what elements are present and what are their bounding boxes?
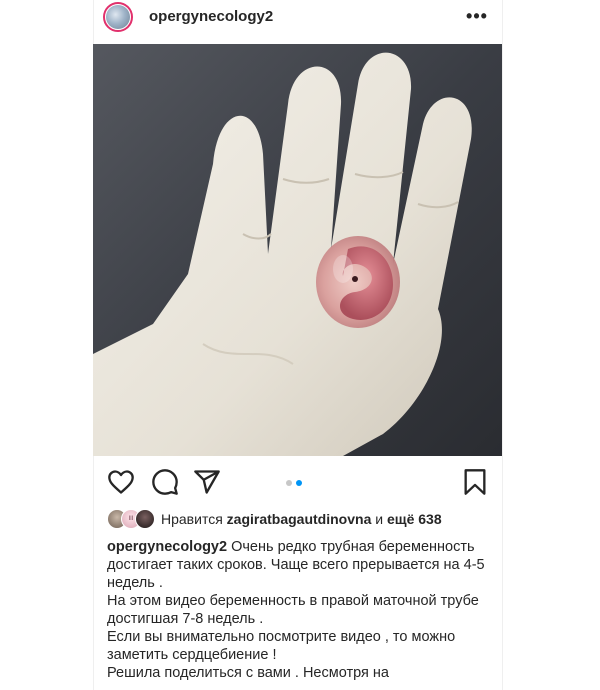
heart-icon[interactable] (107, 468, 135, 496)
action-bar (93, 464, 503, 500)
carousel-indicator (286, 480, 302, 486)
liker-username[interactable]: zagiratbagautdinovna (227, 511, 372, 527)
avatar[interactable] (135, 509, 155, 529)
post-photo[interactable] (93, 44, 503, 456)
likes-row: III Нравится zagiratbagautdinovna и ещё … (107, 508, 497, 530)
avatar-image (106, 5, 130, 29)
avatar[interactable] (103, 2, 133, 32)
photo-illustration (93, 44, 503, 456)
send-icon[interactable] (193, 468, 221, 496)
likes-middle: и (371, 511, 387, 527)
likes-prefix: Нравится (161, 511, 227, 527)
bookmark-icon[interactable] (461, 468, 489, 496)
username[interactable]: opergynecology2 (149, 8, 273, 25)
caption-line: Если вы внимательно посмотрите видео , т… (107, 629, 456, 663)
caption-line: Решила поделиться с вами . Несмотря на (107, 665, 389, 681)
post-header: opergynecology2 ••• (93, 0, 503, 42)
comment-icon[interactable] (151, 468, 179, 496)
likes-count[interactable]: ещё 638 (387, 511, 442, 527)
instagram-post: opergynecology2 ••• III Нравится zagirat… (93, 0, 503, 690)
likes-text: Нравится zagiratbagautdinovna и ещё 638 (161, 511, 442, 527)
caption: opergynecology2 Очень редко трубная бере… (107, 538, 491, 682)
carousel-dot-active (296, 480, 302, 486)
more-horizontal-icon[interactable]: ••• (465, 6, 489, 26)
carousel-dot (286, 480, 292, 486)
caption-line: На этом видео беременность в правой мато… (107, 593, 479, 627)
caption-username[interactable]: opergynecology2 (107, 539, 227, 555)
liker-avatars: III (107, 509, 155, 529)
